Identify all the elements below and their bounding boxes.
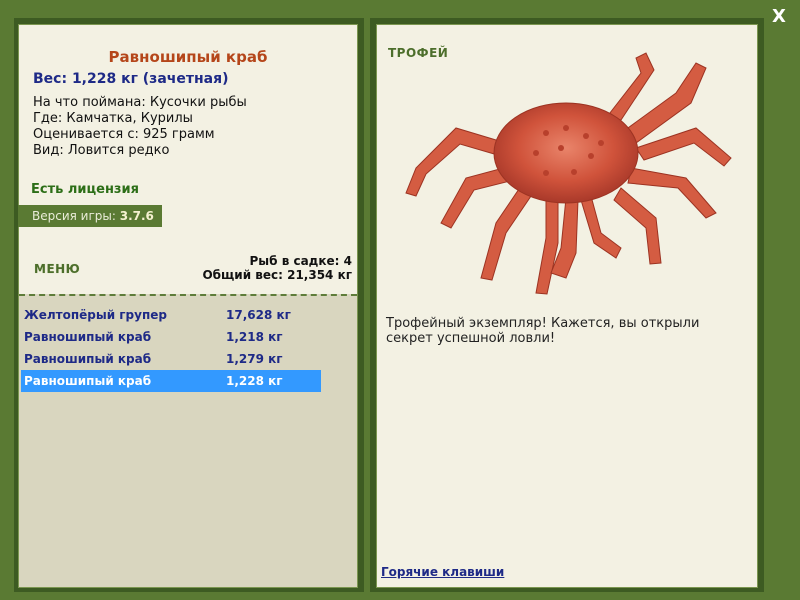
hotkeys-link[interactable]: Горячие клавиши [381,565,504,579]
location-detail: Где: Камчатка, Курилы [33,111,193,126]
catch-name: Равношипый краб [24,374,152,388]
tank-total-weight: Общий вес: 21,354 кг [202,268,352,282]
menu-button[interactable]: МЕНЮ [34,262,80,276]
divider [19,294,357,296]
catch-name: Равношипый краб [24,330,152,344]
crab-image [405,52,732,295]
close-button[interactable]: X [768,6,790,28]
catch-weight: 1,279 кг [226,352,283,366]
list-item-selected[interactable]: Равношипый краб 1,228 кг [21,370,321,392]
list-item[interactable]: Желтопёрый групер 17,628 кг [21,304,321,326]
list-item[interactable]: Равношипый краб 1,218 кг [21,326,321,348]
tank-info: Рыб в садке: 4 Общий вес: 21,354 кг [202,254,352,282]
tank-count: Рыб в садке: 4 [249,254,353,268]
fish-weight: Вес: 1,228 кг (зачетная) [33,71,229,87]
catch-name: Равношипый краб [24,352,152,366]
version-label: Версия игры: [32,209,116,223]
catch-weight: 1,218 кг [226,330,283,344]
license-status: Есть лицензия [31,182,139,197]
fish-title: Равношипый краб [108,48,268,66]
threshold-detail: Оценивается с: 925 грамм [33,127,215,142]
catch-list: Желтопёрый групер 17,628 кг Равношипый к… [21,304,321,392]
rarity-detail: Вид: Ловится редко [33,143,170,158]
bait-detail: На что поймана: Кусочки рыбы [33,95,247,110]
version-value: 3.7.6 [119,209,154,223]
trophy-description: Трофейный экземпляр! Кажется, вы открыли… [386,316,700,346]
catch-name: Желтопёрый групер [24,308,167,322]
catch-weight: 1,228 кг [226,374,283,388]
list-item[interactable]: Равношипый краб 1,279 кг [21,348,321,370]
version-bar: Версия игры: 3.7.6 [18,205,162,227]
catch-weight: 17,628 кг [226,308,291,322]
